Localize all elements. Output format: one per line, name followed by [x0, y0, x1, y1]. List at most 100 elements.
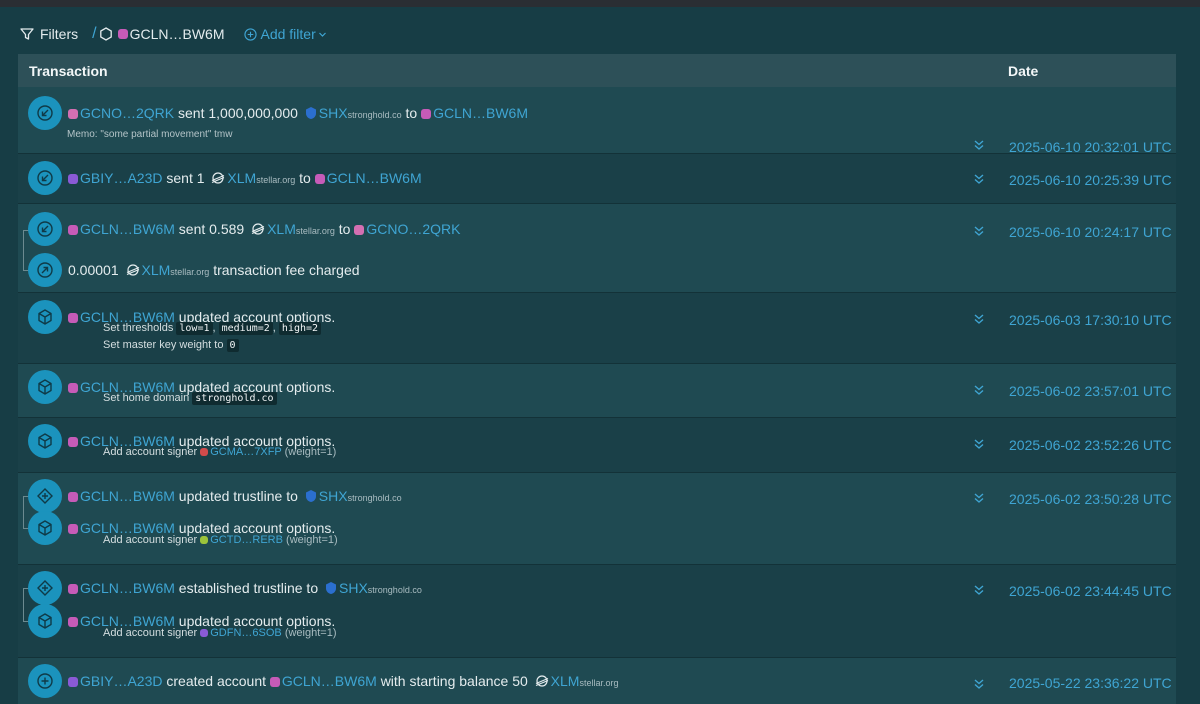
asset-link[interactable]: SHX — [319, 105, 348, 121]
signer-weight: (weight=1) — [286, 534, 338, 546]
account-link[interactable]: GCLN…BW6M — [282, 673, 377, 689]
table-row[interactable]: GCLN…BW6M updated account options. Add a… — [18, 418, 1176, 473]
arrow-up-right-icon — [28, 253, 62, 287]
transaction-date[interactable]: 2025-06-02 23:57:01 UTC — [1009, 383, 1172, 399]
account-link[interactable]: GCNO…2QRK — [366, 221, 460, 237]
signer-link[interactable]: GCMA…7XFP — [210, 446, 281, 458]
transaction-date[interactable]: 2025-06-10 20:24:17 UTC — [1009, 224, 1172, 240]
plus-circle-icon — [244, 27, 258, 41]
operation-verb: sent 1,000,000,000 — [178, 105, 298, 121]
transaction-date[interactable]: 2025-06-02 23:50:28 UTC — [1009, 491, 1172, 507]
chevron-double-down-icon[interactable] — [973, 678, 985, 690]
cube-icon — [28, 370, 62, 404]
operation-detail: Set master key weight to 0 — [103, 337, 239, 354]
arrow-down-left-icon — [28, 96, 62, 130]
table-row[interactable]: GCLN…BW6M established trustline to SHXst… — [18, 565, 1176, 658]
chevron-double-down-icon[interactable] — [973, 313, 985, 325]
diamond-plus-icon — [28, 571, 62, 605]
fee-summary: 0.00001 XLMstellar.org transaction fee c… — [68, 261, 360, 281]
table-row[interactable]: GCLN…BW6M updated trustline to SHXstrong… — [18, 473, 1176, 565]
transaction-date[interactable]: 2025-06-03 17:30:10 UTC — [1009, 312, 1172, 328]
signer-weight: (weight=1) — [284, 627, 337, 639]
transaction-date[interactable]: 2025-06-10 20:25:39 UTC — [1009, 172, 1172, 188]
account-avatar — [68, 383, 78, 393]
table-row[interactable]: GCNO…2QRK sent 1,000,000,000 SHXstrongho… — [18, 87, 1176, 155]
hexagon-icon — [99, 27, 112, 41]
operation-summary: GCLN…BW6M sent 0.589 XLMstellar.org to G… — [68, 220, 461, 240]
asset-domain: stellar.org — [295, 226, 335, 236]
filters-label[interactable]: Filters — [40, 26, 78, 42]
filter-icon[interactable] — [20, 27, 34, 41]
account-avatar — [117, 29, 128, 39]
operation-detail: Add account signer GCMA…7XFP (weight=1) — [103, 444, 336, 461]
operation-verb: created account — [166, 673, 266, 689]
account-link[interactable]: GCLN…BW6M — [327, 170, 422, 186]
asset-link[interactable]: XLM — [227, 170, 256, 186]
asset-link[interactable]: XLM — [142, 262, 171, 278]
chevron-double-down-icon[interactable] — [973, 173, 985, 185]
asset-domain: stellar.org — [170, 267, 210, 277]
transaction-date[interactable]: 2025-06-10 20:32:01 UTC — [1009, 139, 1172, 155]
transaction-date[interactable]: 2025-05-22 23:36:22 UTC — [1009, 675, 1172, 691]
detail-label: Set home domain — [103, 392, 190, 404]
asset-link[interactable]: SHX — [339, 580, 368, 596]
table-row[interactable]: GCLN…BW6M updated account options. Set h… — [18, 364, 1176, 418]
connector-line — [23, 496, 24, 528]
account-link[interactable]: GCLN…BW6M — [80, 488, 175, 504]
account-link[interactable]: GCLN…BW6M — [80, 580, 175, 596]
operation-summary: GCNO…2QRK sent 1,000,000,000 SHXstrongho… — [68, 104, 528, 124]
transaction-date[interactable]: 2025-06-02 23:52:26 UTC — [1009, 437, 1172, 453]
chevron-double-down-icon[interactable] — [973, 139, 985, 151]
account-avatar — [68, 313, 78, 323]
signer-weight: (weight=1) — [284, 446, 337, 458]
separator: , — [272, 322, 276, 334]
table-row[interactable]: GCLN…BW6M sent 0.589 XLMstellar.org to G… — [18, 204, 1176, 293]
signer-link[interactable]: GCTD…RERB — [210, 534, 283, 546]
memo-text: Memo: "some partial movement" tmw — [67, 129, 233, 140]
account-link[interactable]: GBIY…A23D — [80, 170, 162, 186]
starting-balance: with starting balance 50 — [380, 673, 528, 689]
asset-link[interactable]: SHX — [319, 488, 348, 504]
chevron-double-down-icon[interactable] — [973, 384, 985, 396]
signer-avatar — [200, 629, 209, 637]
operation: 0.00001 XLMstellar.org transaction fee c… — [28, 253, 360, 287]
to-word: to — [338, 221, 351, 237]
operation-detail: Set thresholds low=1, medium=2, high=2 — [103, 320, 322, 337]
table-row[interactable]: GBIY…A23D created account GCLN…BW6M with… — [18, 658, 1176, 704]
chevron-double-down-icon[interactable] — [973, 225, 985, 237]
account-link[interactable]: GBIY…A23D — [80, 673, 162, 689]
asset-domain: stronghold.co — [347, 493, 402, 503]
asset-link[interactable]: XLM — [267, 221, 296, 237]
chevron-double-down-icon[interactable] — [973, 492, 985, 504]
account-avatar — [68, 584, 78, 594]
transactions-table: Transaction Date GCNO…2QRK sent 1,000,00… — [18, 54, 1176, 704]
signer-link[interactable]: GDFN…6SOB — [210, 627, 282, 639]
transaction-date[interactable]: 2025-06-02 23:44:45 UTC — [1009, 583, 1172, 599]
account-link[interactable]: GCLN…BW6M — [433, 105, 528, 121]
account-avatar — [68, 524, 78, 534]
cube-icon — [28, 604, 62, 638]
asset-link[interactable]: XLM — [551, 673, 580, 689]
add-filter-button[interactable]: Add filter — [244, 26, 326, 42]
filters-bar: Filters / GCLN…BW6M Add filter — [20, 24, 327, 44]
home-domain-value: stronghold.co — [192, 392, 277, 405]
operation: GCLN…BW6M sent 0.589 XLMstellar.org to G… — [28, 212, 461, 246]
threshold-low: low=1 — [176, 322, 213, 335]
account-link[interactable]: GCNO…2QRK — [80, 105, 174, 121]
operation-summary: GCLN…BW6M established trustline to SHXst… — [68, 579, 422, 599]
asset-domain: stronghold.co — [347, 110, 402, 120]
account-link[interactable]: GCLN…BW6M — [80, 221, 175, 237]
chevron-double-down-icon[interactable] — [973, 438, 985, 450]
operation-summary: GBIY…A23D created account GCLN…BW6M with… — [68, 672, 619, 692]
table-row[interactable]: GCLN…BW6M updated account options. Set t… — [18, 293, 1176, 364]
table-row[interactable]: GBIY…A23D sent 1 XLMstellar.org to GCLN…… — [18, 154, 1176, 204]
to-word: to — [299, 170, 311, 186]
account-filter-chip[interactable]: GCLN…BW6M — [99, 26, 224, 42]
account-avatar — [68, 677, 78, 687]
fee-amount: 0.00001 — [68, 262, 119, 278]
detail-label: Set master key weight to — [103, 339, 224, 351]
operation-detail: Add account signer GDFN…6SOB (weight=1) — [103, 625, 336, 642]
chevron-double-down-icon[interactable] — [973, 584, 985, 596]
connector-line — [23, 588, 24, 621]
account-avatar — [68, 174, 78, 184]
